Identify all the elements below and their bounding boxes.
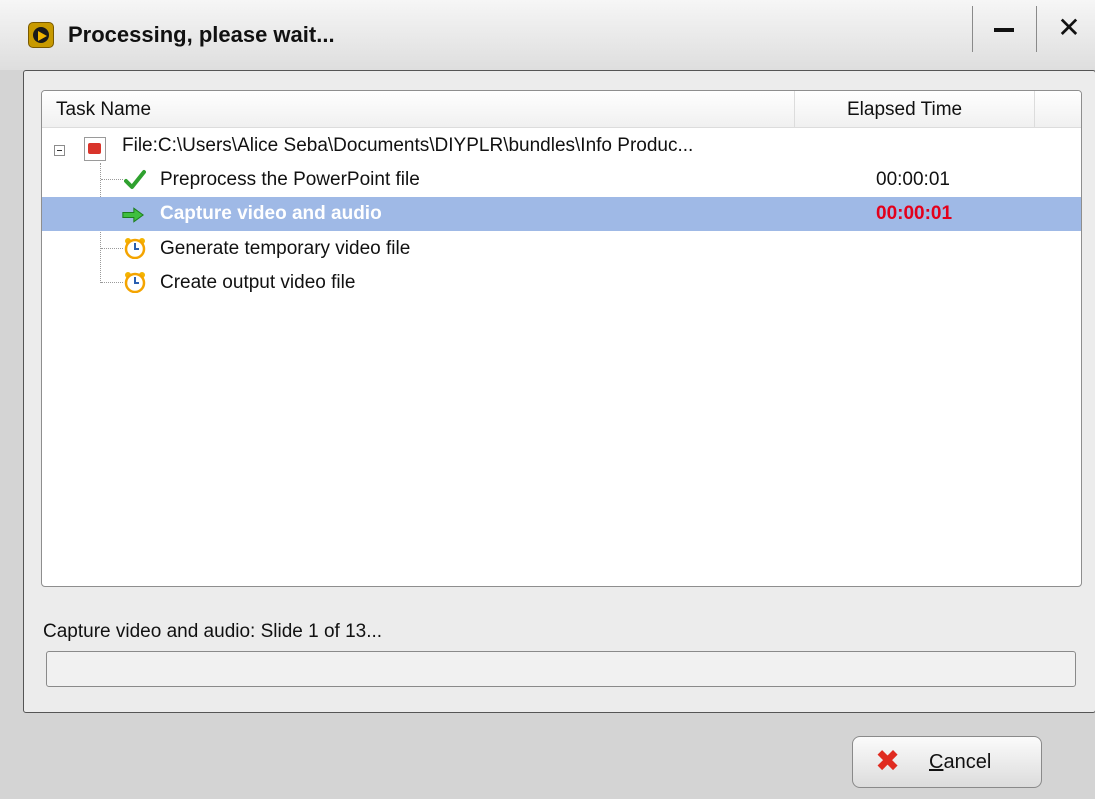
file-node-label: File:C:\Users\Alice Seba\Documents\DIYPL… [122, 135, 694, 156]
status-message: Capture video and audio: Slide 1 of 13..… [43, 621, 383, 642]
task-label: Create output video file [160, 272, 356, 293]
task-row-preprocess[interactable]: Preprocess the PowerPoint file 00:00:01 [42, 163, 1081, 197]
task-elapsed-time: 00:00:01 [876, 203, 953, 224]
column-divider[interactable] [1034, 91, 1035, 127]
titlebar-separator [1036, 6, 1037, 52]
column-header-elapsed-time[interactable]: Elapsed Time [847, 99, 962, 121]
close-button[interactable]: ✕ [1049, 8, 1089, 48]
cancel-button[interactable]: ✖ Cancel [852, 736, 1042, 788]
powerpoint-file-icon [84, 137, 106, 161]
task-elapsed-time: 00:00:01 [876, 169, 950, 190]
task-row-capture[interactable]: Capture video and audio 00:00:01 [42, 197, 1081, 231]
progress-bar [46, 651, 1076, 687]
task-label: Preprocess the PowerPoint file [160, 169, 420, 190]
collapse-toggle-icon[interactable] [54, 145, 65, 156]
window-title: Processing, please wait... [68, 22, 335, 47]
task-label: Generate temporary video file [160, 238, 411, 259]
titlebar-separator [972, 6, 973, 52]
cancel-button-label: Cancel [929, 751, 992, 773]
checkmark-icon [124, 170, 146, 189]
close-icon: ✕ [1057, 12, 1081, 43]
task-row-create-output[interactable]: Create output video file [42, 266, 1081, 300]
tree-node-file[interactable]: File:C:\Users\Alice Seba\Documents\DIYPL… [42, 129, 1081, 163]
alarm-clock-icon [124, 238, 146, 259]
app-logo-icon [28, 22, 54, 48]
task-label: Capture video and audio [160, 203, 382, 224]
title-bar: Processing, please wait... ✕ [0, 0, 1095, 70]
arrow-right-icon [122, 207, 144, 223]
minimize-icon [994, 28, 1014, 32]
alarm-clock-icon [124, 272, 146, 293]
task-tree[interactable]: Task Name Elapsed Time File:C:\Users\Ali… [41, 90, 1082, 587]
minimize-button[interactable] [984, 8, 1024, 48]
cancel-x-icon: ✖ [875, 745, 901, 778]
task-row-generate[interactable]: Generate temporary video file [42, 232, 1081, 266]
tree-header: Task Name Elapsed Time [42, 91, 1081, 128]
column-header-task-name[interactable]: Task Name [56, 99, 151, 121]
dialog-content: Task Name Elapsed Time File:C:\Users\Ali… [23, 70, 1095, 713]
column-divider[interactable] [794, 91, 795, 127]
